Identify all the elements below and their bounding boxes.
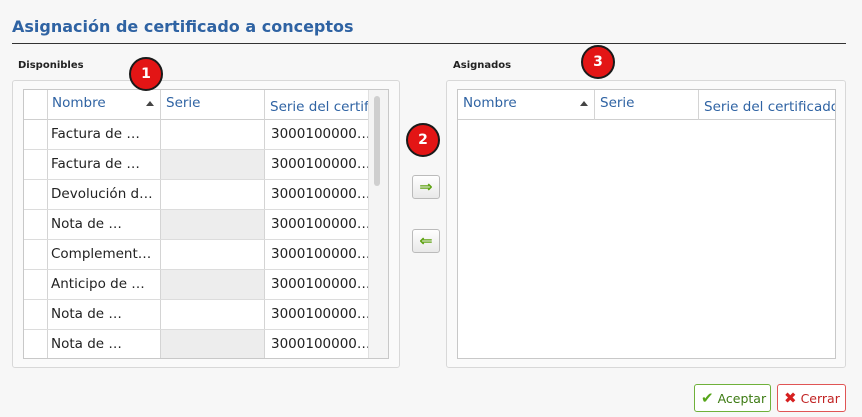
assigned-grid-header: Nombre Serie Serie del certificado — [458, 90, 835, 120]
row-nombre: Nota de … — [48, 210, 161, 239]
row-nombre: Devolución d… — [48, 180, 161, 209]
marker-badge-1: 1 — [129, 57, 163, 91]
row-serie — [161, 330, 265, 358]
marker-badge-3: 3 — [581, 45, 615, 79]
close-button[interactable]: ✖ Cerrar — [777, 384, 846, 412]
row-serie — [161, 240, 265, 269]
row-serie — [161, 270, 265, 299]
row-nombre: Nota de … — [48, 300, 161, 329]
title-divider — [12, 43, 846, 44]
table-row[interactable]: Complement… 3000100000… — [24, 240, 370, 270]
available-grid-header: Nombre Serie Serie del certifi — [24, 90, 388, 120]
row-selector[interactable] — [24, 150, 48, 179]
row-selector[interactable] — [24, 180, 48, 209]
row-selector[interactable] — [24, 120, 48, 149]
row-selector[interactable] — [24, 300, 48, 329]
row-serie-certificado: 3000100000… — [265, 270, 370, 299]
row-serie-certificado: 3000100000… — [265, 120, 370, 149]
row-serie — [161, 180, 265, 209]
available-panel: Nombre Serie Serie del certifi Factura d… — [12, 80, 400, 368]
column-header-serie-certificado[interactable]: Serie del certificado — [699, 90, 835, 120]
column-header-serie-certificado[interactable]: Serie del certifi — [265, 90, 370, 120]
table-row[interactable]: Factura de … 3000100000… — [24, 120, 370, 150]
available-label: Disponibles — [18, 60, 84, 71]
available-grid-scrollbar[interactable] — [368, 90, 388, 358]
accept-button[interactable]: ✔ Aceptar — [694, 384, 771, 412]
check-icon: ✔ — [701, 389, 714, 407]
row-selector[interactable] — [24, 210, 48, 239]
row-serie — [161, 300, 265, 329]
assigned-panel: Nombre Serie Serie del certificado — [446, 80, 846, 368]
assigned-label: Asignados — [453, 60, 512, 71]
column-header-nombre-label: Nombre — [52, 95, 106, 111]
row-selector[interactable] — [24, 240, 48, 269]
row-serie-certificado: 3000100000… — [265, 180, 370, 209]
row-nombre: Factura de … — [48, 150, 161, 179]
column-header-serie[interactable]: Serie — [595, 90, 699, 120]
column-header-select[interactable] — [24, 90, 48, 120]
close-button-label: Cerrar — [800, 390, 840, 406]
row-serie — [161, 150, 265, 179]
column-header-nombre[interactable]: Nombre — [48, 90, 161, 120]
scrollbar-thumb[interactable] — [374, 96, 380, 186]
move-left-button[interactable]: ⇐ — [412, 229, 440, 253]
available-grid: Nombre Serie Serie del certifi Factura d… — [23, 89, 389, 359]
dialog-title: Asignación de certificado a conceptos — [12, 17, 354, 36]
close-icon: ✖ — [784, 389, 797, 407]
row-nombre: Complement… — [48, 240, 161, 269]
row-serie-certificado: 3000100000… — [265, 240, 370, 269]
row-serie-certificado: 3000100000… — [265, 210, 370, 239]
table-row[interactable]: Devolución d… 3000100000… — [24, 180, 370, 210]
sort-ascending-icon[interactable] — [146, 101, 154, 106]
row-serie — [161, 120, 265, 149]
row-selector[interactable] — [24, 330, 48, 358]
arrow-right-icon: ⇒ — [419, 177, 433, 196]
assigned-grid: Nombre Serie Serie del certificado — [457, 89, 836, 359]
row-nombre: Anticipo de … — [48, 270, 161, 299]
row-serie — [161, 210, 265, 239]
row-selector[interactable] — [24, 270, 48, 299]
accept-button-label: Aceptar — [717, 390, 767, 406]
column-header-serie[interactable]: Serie — [161, 90, 265, 120]
column-header-nombre[interactable]: Nombre — [458, 90, 595, 120]
row-serie-certificado: 3000100000… — [265, 330, 370, 358]
move-right-button[interactable]: ⇒ — [412, 175, 440, 199]
row-nombre: Factura de … — [48, 120, 161, 149]
table-row[interactable]: Nota de … 3000100000… — [24, 210, 370, 240]
row-serie-certificado: 3000100000… — [265, 150, 370, 179]
table-row[interactable]: Nota de … 3000100000… — [24, 300, 370, 330]
marker-badge-2: 2 — [406, 123, 440, 157]
arrow-left-icon: ⇐ — [419, 231, 433, 250]
row-nombre: Nota de … — [48, 330, 161, 358]
table-row[interactable]: Anticipo de … 3000100000… — [24, 270, 370, 300]
sort-ascending-icon[interactable] — [580, 101, 588, 106]
column-header-nombre-label: Nombre — [463, 95, 517, 111]
table-row[interactable]: Nota de … 3000100000… — [24, 330, 370, 358]
row-serie-certificado: 3000100000… — [265, 300, 370, 329]
table-row[interactable]: Factura de … 3000100000… — [24, 150, 370, 180]
